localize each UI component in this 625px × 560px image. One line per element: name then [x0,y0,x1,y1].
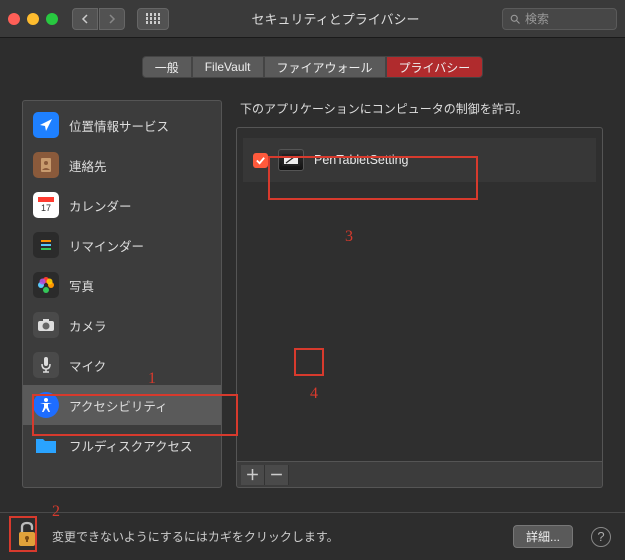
sidebar-item-full-disk[interactable]: フルディスクアクセス [23,425,221,465]
sidebar-item-photos[interactable]: 写真 [23,265,221,305]
lock-description: 変更できないようにするにはカギをクリックします。 [52,528,503,545]
footer: 変更できないようにするにはカギをクリックします。 詳細... ? [0,512,625,560]
right-panel: 下のアプリケーションにコンピュータの制御を許可。 PenTabletSettin… [236,100,603,488]
sidebar-item-label: カレンダー [69,196,132,215]
sidebar-item-microphone[interactable]: マイク [23,345,221,385]
sidebar-item-label: アクセシビリティ [69,396,168,415]
forward-button[interactable] [99,8,125,30]
app-name-label: PenTabletSetting [314,153,409,167]
add-button[interactable]: ＋ [241,465,265,485]
sidebar-item-accessibility[interactable]: アクセシビリティ [23,385,221,425]
tab-general[interactable]: 一般 [142,56,192,78]
annotation-number-2: 2 [52,503,60,521]
mic-icon [33,352,59,378]
sidebar-item-contacts[interactable]: 連絡先 [23,145,221,185]
pentablet-icon [278,149,304,171]
nav-buttons [72,8,125,30]
privacy-category-list[interactable]: 位置情報サービス 連絡先 17 カレンダー リマインダー [22,100,222,488]
app-row[interactable]: PenTabletSetting [243,138,596,182]
sidebar-item-label: マイク [69,356,106,375]
sidebar-item-label: フルディスクアクセス [69,436,193,455]
sidebar-item-label: リマインダー [69,236,144,255]
svg-text:17: 17 [41,203,51,213]
grid-icon [146,13,161,24]
search-placeholder: 検索 [525,10,549,27]
list-toolbar: ＋ － [236,462,603,488]
tab-firewall[interactable]: ファイアウォール [264,56,386,78]
calendar-icon: 17 [33,192,59,218]
folder-icon [33,432,59,458]
annotation-number-1: 1 [148,370,156,388]
sidebar-item-calendar[interactable]: 17 カレンダー [23,185,221,225]
reminders-icon [33,232,59,258]
photos-icon [33,272,59,298]
chevron-left-icon [81,14,89,24]
lock-icon [14,520,40,550]
window-controls [8,13,58,25]
sidebar-item-camera[interactable]: カメラ [23,305,221,345]
details-button[interactable]: 詳細... [513,525,573,548]
tab-filevault[interactable]: FileVault [192,56,264,78]
app-checkbox[interactable] [253,153,268,168]
location-icon [33,112,59,138]
close-icon[interactable] [8,13,20,25]
check-icon [255,155,266,166]
search-input[interactable]: 検索 [502,8,617,30]
tab-privacy[interactable]: プライバシー [386,56,484,78]
zoom-icon[interactable] [46,13,58,25]
contacts-icon [33,152,59,178]
show-all-button[interactable] [137,8,169,30]
tab-bar: 一般 FileVault ファイアウォール プライバシー [0,38,625,88]
sidebar-item-label: カメラ [69,316,107,335]
chevron-right-icon [108,14,116,24]
panel-description: 下のアプリケーションにコンピュータの制御を許可。 [236,100,603,117]
search-icon [509,13,521,25]
sidebar-item-location[interactable]: 位置情報サービス [23,105,221,145]
remove-button[interactable]: － [265,465,289,485]
main-content: 位置情報サービス 連絡先 17 カレンダー リマインダー [0,88,625,488]
sidebar-item-label: 連絡先 [69,156,107,175]
back-button[interactable] [72,8,98,30]
help-button[interactable]: ? [591,527,611,547]
minimize-icon[interactable] [27,13,39,25]
titlebar: セキュリティとプライバシー 検索 [0,0,625,38]
window-title: セキュリティとプライバシー [252,9,420,28]
camera-icon [33,312,59,338]
app-list[interactable]: PenTabletSetting [236,127,603,462]
lock-button[interactable] [14,520,42,553]
sidebar-item-reminders[interactable]: リマインダー [23,225,221,265]
annotation-number-4: 4 [310,385,318,403]
sidebar-item-label: 写真 [69,276,94,295]
sidebar-item-label: 位置情報サービス [69,116,169,135]
annotation-number-3: 3 [345,228,353,246]
accessibility-icon [33,392,59,418]
